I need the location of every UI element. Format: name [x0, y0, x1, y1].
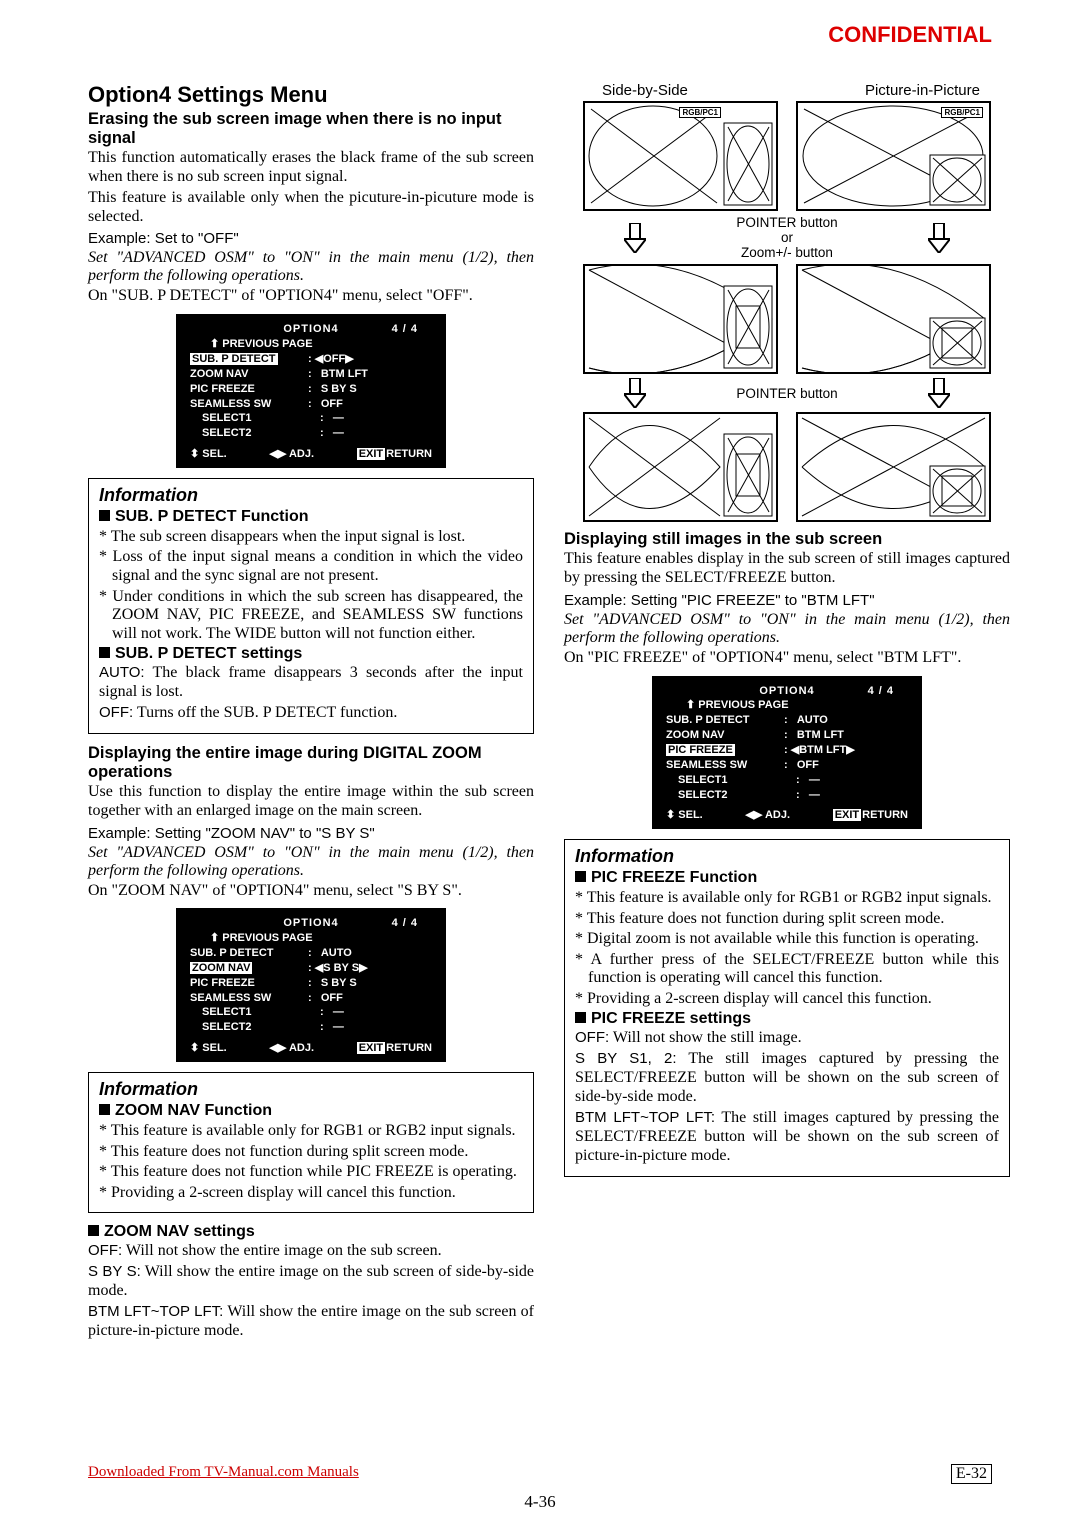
down-arrow-icon: [624, 223, 646, 253]
setting-item: S BY S: Will show the entire image on th…: [88, 1263, 534, 1301]
instruction-text: Set "ADVANCED OSM" to "ON" in the main m…: [88, 844, 534, 880]
diagram: Side-by-SidePicture-in-Picture RGB/PC1 R…: [564, 82, 1010, 522]
info-item: * This feature does not function during …: [99, 1143, 523, 1162]
info-sub: PIC FREEZE Function: [575, 869, 999, 887]
body-text: On "SUB. P DETECT" of "OPTION4" menu, se…: [88, 287, 534, 306]
confidential-label: CONFIDENTIAL: [828, 22, 992, 48]
instruction-text: Set "ADVANCED OSM" to "ON" in the main m…: [564, 611, 1010, 647]
info-item: * The sub screen disappears when the inp…: [99, 528, 523, 547]
setting-item: BTM LFT~TOP LFT: Will show the entire im…: [88, 1303, 534, 1341]
body-text: This feature enables display in the sub …: [564, 550, 1010, 588]
body-text: On "PIC FREEZE" of "OPTION4" menu, selec…: [564, 649, 1010, 668]
info-item: * Loss of the input signal means a condi…: [99, 548, 523, 585]
down-arrow-icon: [928, 378, 950, 408]
info-box-3: Information PIC FREEZE Function * This f…: [564, 839, 1010, 1176]
example-text: Example: Set to "OFF": [88, 230, 534, 247]
info-heading: Information: [99, 485, 523, 506]
instruction-text: Set "ADVANCED OSM" to "ON" in the main m…: [88, 249, 534, 285]
osd-menu-3: OPTION44 / 4 ⬆ PREVIOUS PAGE SUB. P DETE…: [652, 676, 922, 830]
info-heading: Information: [575, 846, 999, 867]
menu-title: Option4 Settings Menu: [88, 82, 534, 108]
info-item: * Providing a 2-screen display will canc…: [575, 990, 999, 1009]
download-link[interactable]: Downloaded From TV-Manual.com Manuals: [88, 1464, 359, 1481]
info-item: * Providing a 2-screen display will canc…: [99, 1184, 523, 1203]
osd-menu-1: OPTION44 / 4 ⬆ PREVIOUS PAGE SUB. P DETE…: [176, 314, 446, 468]
down-arrow-icon: [928, 223, 950, 253]
info-item: BTM LFT~TOP LFT: The still images captur…: [575, 1109, 999, 1166]
info-item: * This feature is available only for RGB…: [99, 1122, 523, 1141]
section-heading: Erasing the sub screen image when there …: [88, 110, 534, 148]
info-item: * This feature does not function during …: [575, 910, 999, 929]
info-sub: ZOOM NAV Function: [99, 1102, 523, 1120]
example-text: Example: Setting "ZOOM NAV" to "S BY S": [88, 825, 534, 842]
section-heading: Displaying the entire image during DIGIT…: [88, 744, 534, 782]
example-text: Example: Setting "PIC FREEZE" to "BTM LF…: [564, 592, 1010, 609]
info-box-1: Information SUB. P DETECT Function * The…: [88, 478, 534, 734]
info-item: * Digital zoom is not available while th…: [575, 930, 999, 949]
info-item: OFF: Will not show the still image.: [575, 1029, 999, 1048]
info-sub: SUB. P DETECT Function: [99, 508, 523, 526]
info-sub: SUB. P DETECT settings: [99, 645, 523, 663]
down-arrow-icon: [624, 378, 646, 408]
page-number-box: E-32: [951, 1464, 992, 1484]
body-text: On "ZOOM NAV" of "OPTION4" menu, select …: [88, 882, 534, 901]
page-footer: Downloaded From TV-Manual.com Manuals E-…: [0, 1464, 1080, 1512]
info-heading: Information: [99, 1079, 523, 1100]
info-item: S BY S1, 2: The still images captured by…: [575, 1050, 999, 1107]
info-item: * This feature does not function while P…: [99, 1163, 523, 1182]
info-box-2: Information ZOOM NAV Function * This fea…: [88, 1072, 534, 1213]
osd-menu-2: OPTION44 / 4 ⬆ PREVIOUS PAGE SUB. P DETE…: [176, 908, 446, 1062]
body-text: This feature is available only when the …: [88, 189, 534, 227]
settings-heading: ZOOM NAV settings: [88, 1223, 534, 1241]
info-item: * A further press of the SELECT/FREEZE b…: [575, 951, 999, 988]
info-item: * This feature is available only for RGB…: [575, 889, 999, 908]
info-item: AUTO: The black frame disappears 3 secon…: [99, 664, 523, 702]
info-sub: PIC FREEZE settings: [575, 1010, 999, 1028]
info-item: * Under conditions in which the sub scre…: [99, 588, 523, 644]
section-heading: Displaying still images in the sub scree…: [564, 530, 1010, 549]
body-text: This function automatically erases the b…: [88, 149, 534, 187]
body-text: Use this function to display the entire …: [88, 783, 534, 821]
setting-item: OFF: Will not show the entire image on t…: [88, 1242, 534, 1261]
info-item: OFF: Turns off the SUB. P DETECT functio…: [99, 704, 523, 723]
